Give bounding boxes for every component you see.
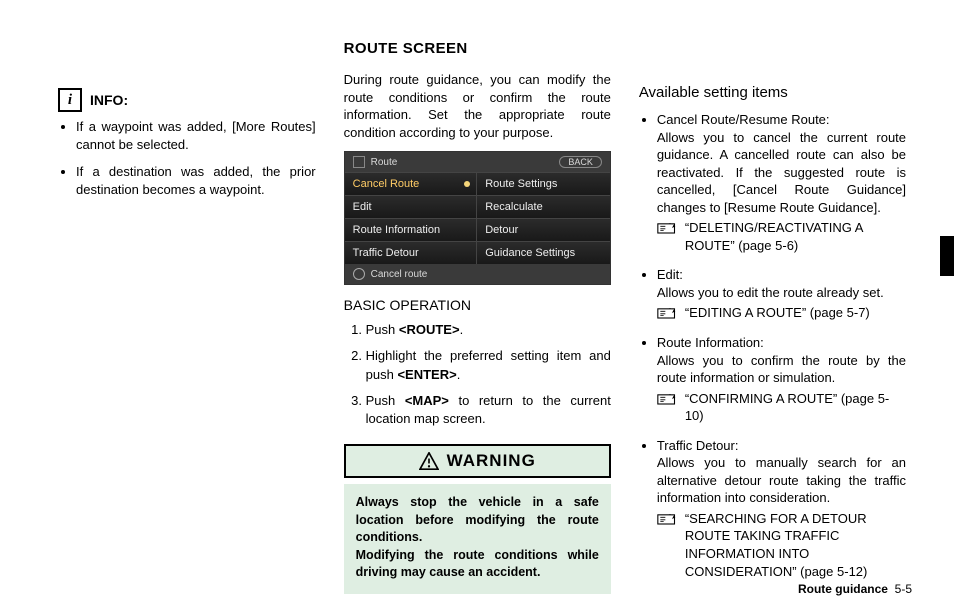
page-ref-icon <box>657 512 677 526</box>
section-edge-tab <box>940 236 954 276</box>
cross-reference: “SEARCHING FOR A DETOUR ROUTE TAKING TRA… <box>657 510 906 580</box>
cross-reference-text: “SEARCHING FOR A DETOUR ROUTE TAKING TRA… <box>685 510 906 580</box>
info-icon: i <box>58 88 82 112</box>
warning-body: Always stop the vehicle in a safe locati… <box>344 484 611 594</box>
list-item: Cancel Route/Resume Route: Allows you to… <box>657 111 906 254</box>
device-menu-item: Recalculate <box>477 195 610 218</box>
settings-list: Cancel Route/Resume Route: Allows you to… <box>639 111 906 580</box>
page-footer: Route guidance 5-5 <box>798 582 912 596</box>
cross-reference: “DELETING/REACTIVATING A ROUTE” (page 5-… <box>657 219 906 254</box>
info-label: INFO: <box>90 92 128 108</box>
info-bullet-list: If a waypoint was added, [More Routes] c… <box>62 118 316 198</box>
page-ref-icon <box>657 392 677 406</box>
list-item: Edit: Allows you to edit the route alrea… <box>657 266 906 322</box>
intro-paragraph: During route guidance, you can modify th… <box>344 71 611 141</box>
device-menu-item: Route Information <box>345 218 478 241</box>
list-item: Push <ROUTE>. <box>366 321 611 339</box>
device-menu-item: Route Settings <box>477 172 610 195</box>
back-button: BACK <box>559 156 602 168</box>
setting-title: Traffic Detour: <box>657 438 739 453</box>
device-menu-item: Traffic Detour <box>345 241 478 264</box>
footer-page: 5-5 <box>895 582 912 596</box>
warning-label: WARNING <box>447 451 536 471</box>
device-menu-item: Cancel Route <box>345 172 478 195</box>
page-ref-icon <box>657 221 677 235</box>
selection-dot-icon <box>464 181 470 187</box>
device-menu-item: Edit <box>345 195 478 218</box>
steps-list: Push <ROUTE>. Highlight the preferred se… <box>344 321 611 428</box>
list-item: Traffic Detour: Allows you to manually s… <box>657 437 906 580</box>
list-item: Push <MAP> to return to the current loca… <box>366 392 611 428</box>
device-footer: Cancel route <box>345 264 610 284</box>
page-ref-icon <box>657 306 677 320</box>
device-title: Route <box>371 157 398 168</box>
device-menu-grid: Cancel Route Route Settings Edit Recalcu… <box>345 172 610 264</box>
setting-description: Allows you to edit the route already set… <box>657 284 906 302</box>
cross-reference-text: “EDITING A ROUTE” (page 5-7) <box>685 304 906 322</box>
info-heading: i INFO: <box>58 88 316 112</box>
available-settings-heading: Available setting items <box>639 84 906 101</box>
device-menu-item: Guidance Settings <box>477 241 610 264</box>
setting-title: Route Information: <box>657 335 764 350</box>
hardkey-map: <MAP> <box>405 393 449 408</box>
setting-description: Allows you to confirm the route by the r… <box>657 352 906 387</box>
cross-reference-text: “DELETING/REACTIVATING A ROUTE” (page 5-… <box>685 219 906 254</box>
recycle-icon <box>353 268 365 280</box>
right-column: Available setting items Cancel Route/Res… <box>639 40 906 594</box>
setting-description: Allows you to manually search for an alt… <box>657 454 906 507</box>
warning-heading: WARNING <box>344 444 611 478</box>
setting-description: Allows you to cancel the current route g… <box>657 129 906 217</box>
device-titlebar: Route BACK <box>345 152 610 172</box>
setting-title: Edit: <box>657 267 683 282</box>
cross-reference-text: “CONFIRMING A ROUTE” (page 5-10) <box>685 390 906 425</box>
middle-column: ROUTE SCREEN During route guidance, you … <box>344 40 611 594</box>
list-item: If a destination was added, the prior de… <box>76 163 316 198</box>
route-icon <box>353 156 365 168</box>
basic-operation-heading: BASIC OPERATION <box>344 297 611 313</box>
section-title: ROUTE SCREEN <box>344 40 611 57</box>
device-menu-item: Detour <box>477 218 610 241</box>
warning-icon <box>419 452 439 470</box>
warning-text: Always stop the vehicle in a safe locati… <box>356 494 599 547</box>
left-column: i INFO: If a waypoint was added, [More R… <box>58 40 316 594</box>
hardkey-enter: <ENTER> <box>397 367 456 382</box>
footer-section: Route guidance <box>798 582 888 596</box>
list-item: Route Information: Allows you to confirm… <box>657 334 906 425</box>
device-route-screen: Route BACK Cancel Route Route Settings E… <box>344 151 611 285</box>
cross-reference: “EDITING A ROUTE” (page 5-7) <box>657 304 906 322</box>
setting-title: Cancel Route/Resume Route: <box>657 112 830 127</box>
list-item: Highlight the preferred setting item and… <box>366 347 611 383</box>
warning-text: Modifying the route conditions while dri… <box>356 547 599 582</box>
list-item: If a waypoint was added, [More Routes] c… <box>76 118 316 153</box>
cross-reference: “CONFIRMING A ROUTE” (page 5-10) <box>657 390 906 425</box>
hardkey-route: <ROUTE> <box>399 322 460 337</box>
device-footer-label: Cancel route <box>371 269 428 280</box>
